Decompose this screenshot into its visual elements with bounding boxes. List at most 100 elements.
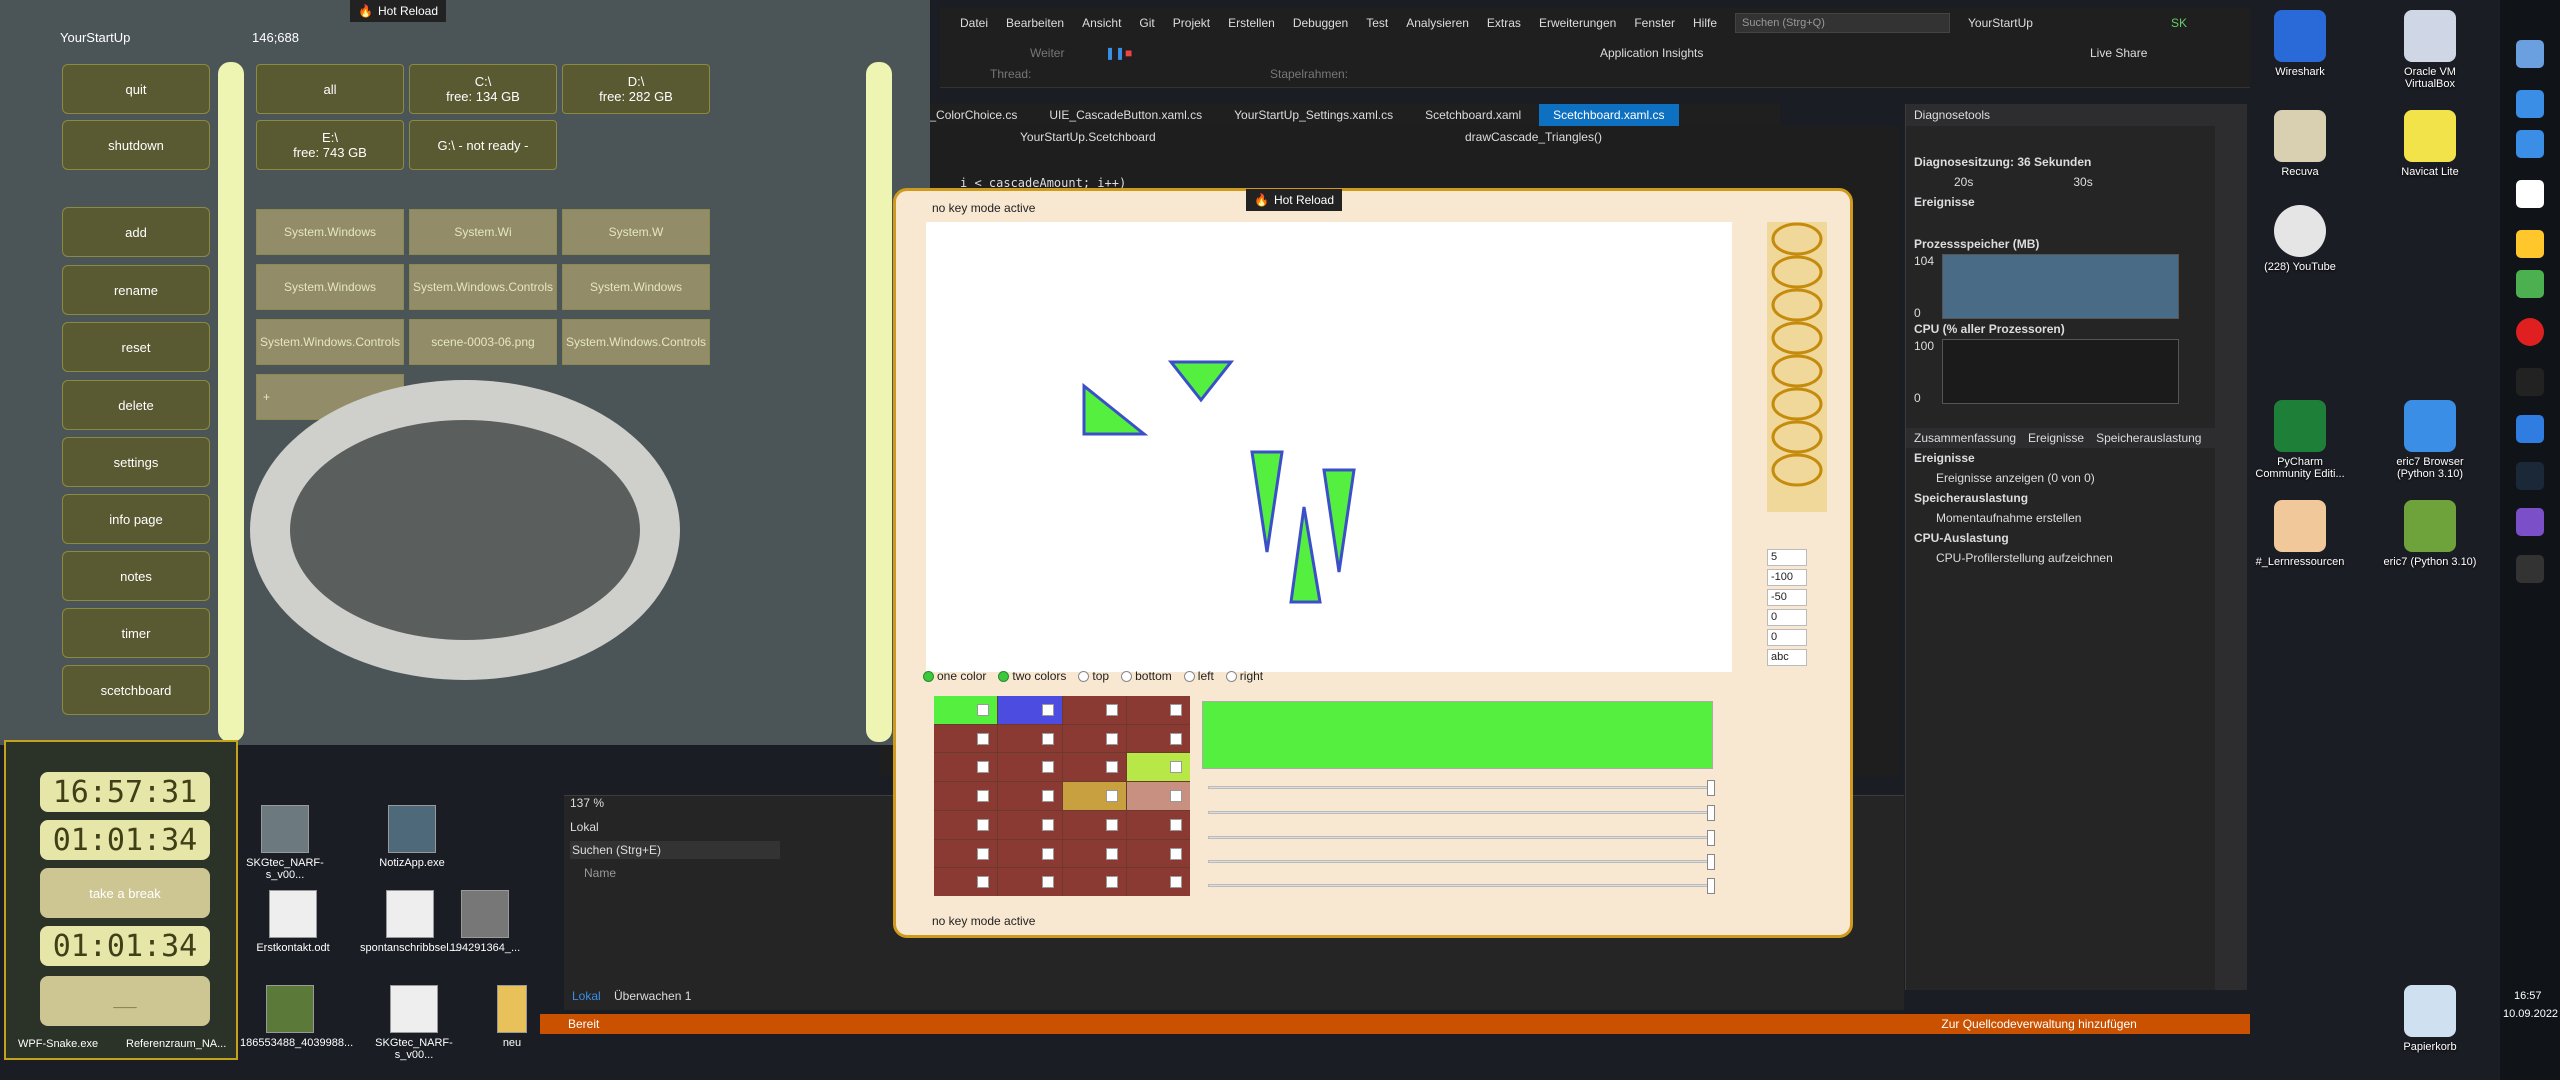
color-cell[interactable] [1062,724,1126,753]
shortcut-item[interactable]: scene-0003-06.png [409,319,557,365]
tab-scetchboard-xaml[interactable]: Scetchboard.xaml [1411,104,1535,126]
live-share[interactable]: Live Share [2090,46,2147,60]
color-cell[interactable] [1126,724,1190,753]
shortcut-item[interactable]: System.Windows.Controls [562,319,710,365]
color-cell[interactable] [934,839,998,868]
radio-left[interactable]: left [1183,669,1214,683]
triangle-shape[interactable] [1167,360,1235,403]
desktop-file[interactable]: SKGtec_NARF-s_v00... [235,805,335,881]
shortcut-item[interactable]: System.Windows [562,264,710,310]
shortcut-item[interactable]: System.Windows [256,264,404,310]
color-cell[interactable] [1126,753,1190,782]
desktop-file[interactable]: Erstkontakt.odt [243,890,343,954]
right-scroll-bar[interactable] [866,62,892,742]
tool-line-icon[interactable] [1771,354,1823,388]
desktop-file[interactable]: NotizApp.exe [362,805,462,869]
slider[interactable] [1208,805,1715,821]
left-scroll-bar[interactable] [218,62,244,742]
num-input-5[interactable]: 0 [1767,629,1807,646]
color-cell[interactable] [934,868,998,896]
radio-top[interactable]: top [1078,669,1109,683]
color-cell[interactable] [1126,810,1190,839]
radio-bottom[interactable]: bottom [1121,669,1172,683]
color-cell[interactable] [934,810,998,839]
locals-search[interactable]: Suchen (Strg+E) [570,841,780,859]
tool-rectangle-icon[interactable] [1771,222,1823,256]
shortcut-item[interactable]: System.Wi [409,209,557,255]
tool-stack-icon[interactable] [1771,255,1823,289]
desktop-folder[interactable]: neu [482,985,542,1049]
desktop-file[interactable]: 186553488_4039988... [240,985,353,1049]
breadcrumb-method[interactable]: drawCascade_Triangles() [1465,130,1602,144]
taskbar-icon[interactable] [2516,230,2544,258]
color-cell[interactable] [998,810,1062,839]
color-cell[interactable] [1062,810,1126,839]
reset-button[interactable]: reset [62,322,210,372]
hot-reload-bar[interactable]: 🔥 Hot Reload [350,0,446,22]
color-cell[interactable] [1126,696,1190,724]
desktop-file[interactable]: SKGtec_NARF-s_v00... [364,985,464,1061]
color-cell[interactable] [998,782,1062,810]
tab-summary[interactable]: Zusammenfassung [1914,431,2016,445]
menu-analysieren[interactable]: Analysieren [1406,16,1469,30]
avatar[interactable]: SK [2171,16,2187,30]
desktop-icon-eric7[interactable]: eric7 (Python 3.10) [2380,500,2480,568]
drive-all-button[interactable]: all [256,64,404,114]
slider[interactable] [1208,878,1715,894]
num-input-4[interactable]: 0 [1767,609,1807,626]
menu-debuggen[interactable]: Debuggen [1293,16,1348,30]
taskbar-icon[interactable] [2516,368,2544,396]
clock-time[interactable]: 16:57 [2514,990,2542,1002]
continue-button[interactable]: Weiter [1030,46,1064,60]
pause-icon[interactable]: ❚❚ [1105,46,1125,60]
triangle-shape[interactable] [1322,468,1356,573]
color-cell[interactable] [934,753,998,782]
num-input-2[interactable]: -100 [1767,569,1807,586]
desktop-icon-recycle-bin[interactable]: Papierkorb [2380,985,2480,1053]
taskbar-icon[interactable] [2516,40,2544,68]
num-input-1[interactable]: 5 [1767,549,1807,566]
watch-tab[interactable]: Überwachen 1 [614,989,691,1003]
triangle-shape[interactable] [1250,450,1284,553]
slider-thumb[interactable] [1707,878,1715,894]
menu-fenster[interactable]: Fenster [1634,16,1675,30]
zoom-level[interactable]: 137 % [570,796,604,810]
desktop-icon-pycharm[interactable]: PyCharm Community Editi... [2250,400,2350,480]
snapshot-item[interactable]: Momentaufnahme erstellen [1906,508,2215,528]
cpu-profile-item[interactable]: CPU-Profilerstellung aufzeichnen [1906,548,2215,568]
tab-settings[interactable]: YourStartUp_Settings.xaml.cs [1220,104,1407,126]
drawing-canvas[interactable] [926,222,1732,672]
rename-button[interactable]: rename [62,265,210,315]
tool-triangle-stack-icon[interactable] [1771,453,1823,487]
app-insights[interactable]: Application Insights [1600,46,1703,60]
desktop-file[interactable]: 194291364_... [440,890,530,954]
tab-scetchboard-cs[interactable]: Scetchboard.xaml.cs [1539,104,1679,126]
radio-one-color[interactable]: one color [923,669,986,683]
color-cell[interactable] [998,696,1062,724]
visual-studio-icon[interactable] [2516,508,2544,536]
clock-date[interactable]: 10.09.2022 [2503,1008,2558,1020]
color-cell[interactable] [1062,782,1126,810]
color-cell[interactable] [934,724,998,753]
slider-thumb[interactable] [1707,805,1715,821]
menu-ansicht[interactable]: Ansicht [1082,16,1121,30]
drive-e-button[interactable]: E:\ free: 743 GB [256,120,404,170]
slider[interactable] [1208,854,1715,870]
locals-tab[interactable]: Lokal [572,989,601,1003]
tool-line-stack-icon[interactable] [1771,387,1823,421]
radio-right[interactable]: right [1225,669,1263,683]
delete-button[interactable]: delete [62,380,210,430]
menu-erweiterungen[interactable]: Erweiterungen [1539,16,1616,30]
color-cell[interactable] [998,753,1062,782]
tab-memory[interactable]: Speicherauslastung [2096,431,2201,445]
triangle-shape[interactable] [1289,506,1322,604]
color-cell[interactable] [998,839,1062,868]
desktop-icon-lernressourcen[interactable]: #_Lernressourcen [2250,500,2350,568]
take-break-button[interactable]: take a break [40,868,210,918]
taskbar-icon[interactable] [2516,415,2544,443]
color-cell[interactable] [1126,868,1190,896]
shortcut-item[interactable]: System.Windows [256,209,404,255]
tool-ellipse-icon[interactable] [1771,288,1823,322]
color-cell[interactable] [934,696,998,724]
desktop-icon-recuva[interactable]: Recuva [2250,110,2350,178]
